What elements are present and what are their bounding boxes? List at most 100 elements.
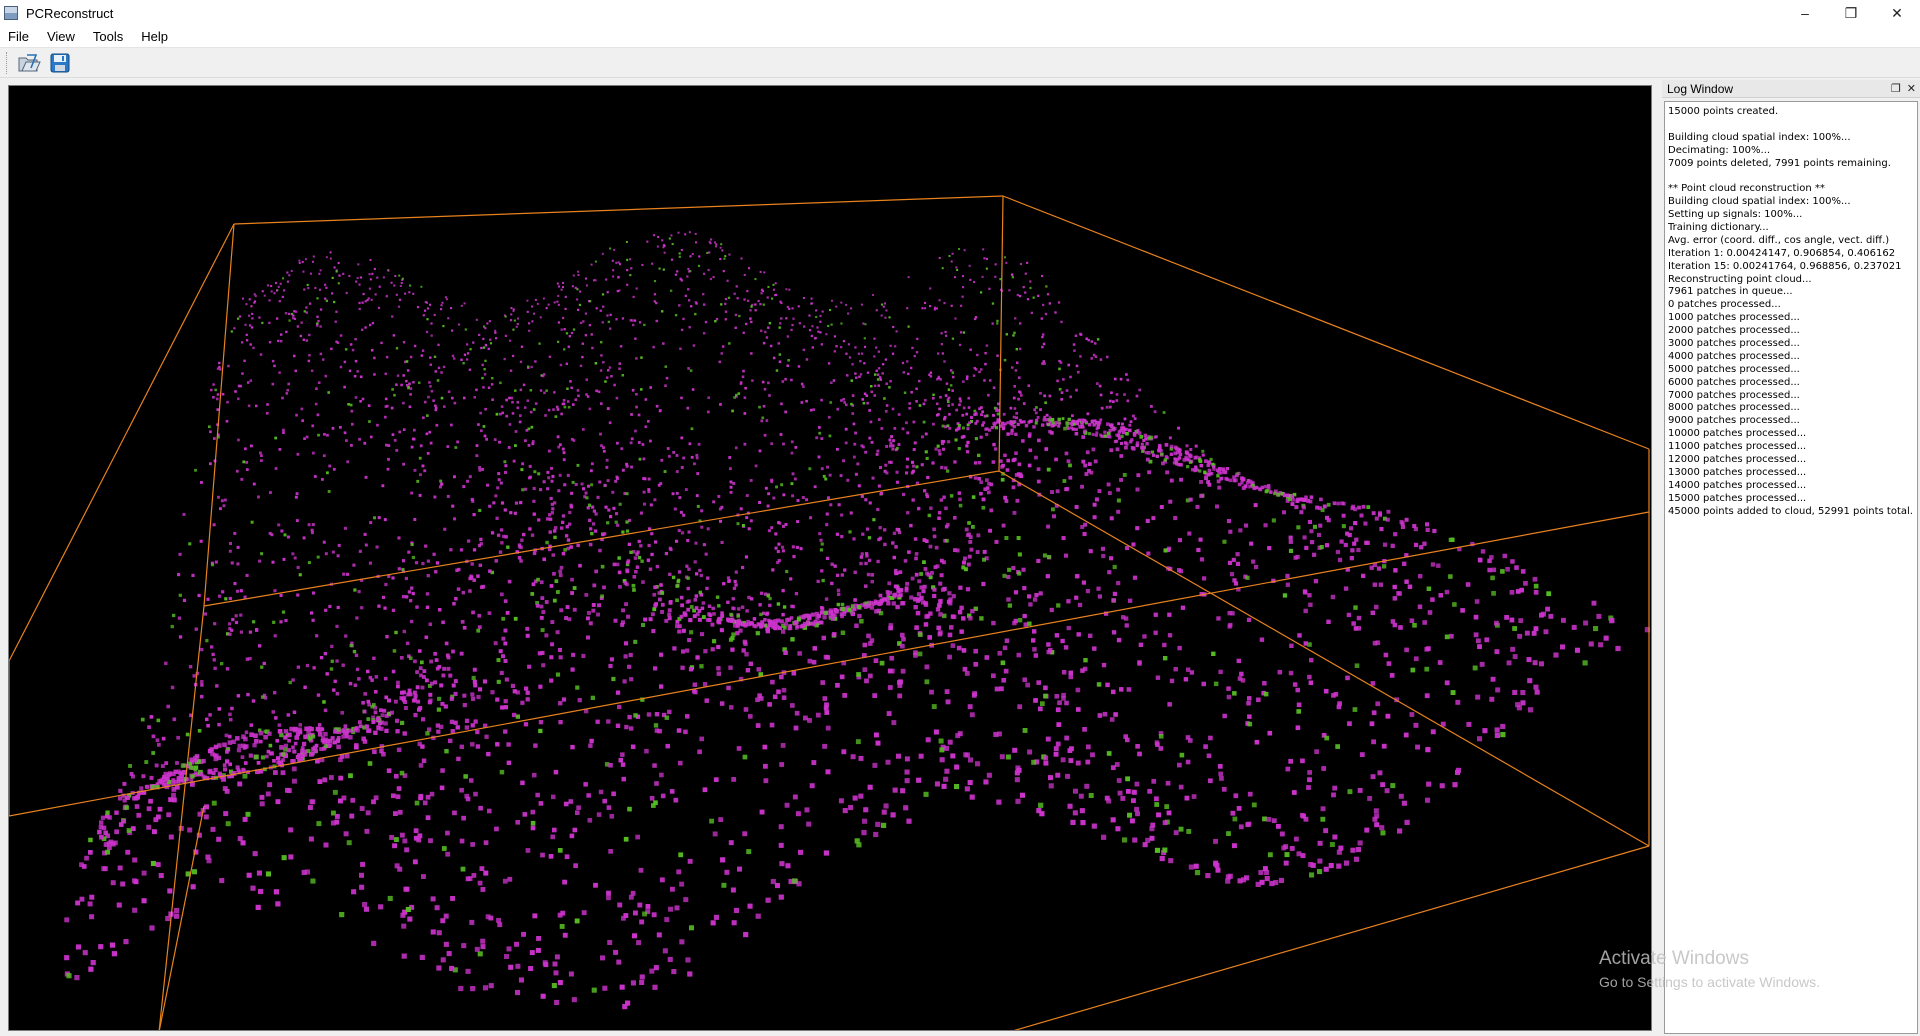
reconstructed-point [984, 352, 987, 355]
reconstructed-point [914, 552, 919, 556]
restore-button[interactable]: ❐ [1828, 0, 1874, 26]
reconstructed-point [325, 256, 328, 259]
toolbar-grip[interactable] [6, 51, 9, 74]
reconstructed-point [1534, 689, 1540, 695]
reconstructed-point [979, 435, 983, 439]
reconstructed-point [825, 512, 829, 516]
reconstructed-point [260, 459, 263, 462]
reconstructed-point [567, 617, 572, 622]
reconstructed-point [219, 368, 222, 371]
reconstructed-point [194, 627, 198, 631]
reconstructed-point [518, 977, 524, 983]
original-point [625, 241, 628, 243]
reconstructed-point [542, 557, 546, 562]
reconstructed-point [273, 589, 277, 593]
reconstructed-point [811, 760, 817, 765]
original-point [888, 316, 891, 319]
reconstructed-point [1343, 542, 1348, 548]
reconstructed-point [462, 693, 467, 698]
reconstructed-point [702, 787, 708, 793]
reconstructed-point [688, 231, 691, 234]
reconstructed-point [1084, 783, 1090, 789]
reconstructed-point [1068, 758, 1074, 763]
reconstructed-point [696, 472, 700, 475]
reconstructed-point [561, 514, 566, 518]
reconstructed-point [503, 628, 508, 633]
menu-view[interactable]: View [47, 29, 75, 44]
point-cloud-viewport[interactable] [8, 85, 1652, 1031]
reconstructed-point [864, 678, 869, 684]
reconstructed-point [536, 936, 541, 941]
reconstructed-point [237, 836, 243, 842]
reconstructed-point [213, 622, 217, 626]
original-point [1222, 539, 1227, 544]
open-button[interactable] [15, 50, 43, 76]
original-point [895, 446, 899, 450]
reconstructed-point [509, 369, 513, 372]
reconstructed-point [962, 435, 966, 439]
reconstructed-point [570, 491, 574, 495]
reconstructed-point [1222, 713, 1227, 719]
reconstructed-point [453, 475, 456, 479]
reconstructed-point [720, 857, 726, 863]
reconstructed-point [225, 750, 229, 754]
reconstructed-point [1153, 410, 1157, 414]
reconstructed-point [716, 644, 721, 650]
reconstructed-point [618, 367, 621, 370]
reconstructed-point [354, 396, 358, 399]
original-point [197, 729, 202, 733]
reconstructed-point [530, 825, 536, 831]
reconstructed-point [278, 371, 281, 374]
reconstructed-point [1308, 602, 1313, 607]
reconstructed-point [407, 590, 412, 594]
reconstructed-point [1374, 604, 1379, 610]
reconstructed-point [957, 731, 963, 737]
minimize-button[interactable]: – [1782, 0, 1828, 26]
reconstructed-point [305, 339, 308, 342]
menu-file[interactable]: File [8, 29, 29, 44]
reconstructed-point [386, 404, 389, 408]
menu-help[interactable]: Help [141, 29, 168, 44]
reconstructed-point [374, 293, 377, 296]
reconstructed-point [487, 386, 491, 389]
original-point [714, 320, 717, 323]
close-button[interactable]: ✕ [1874, 0, 1920, 26]
save-button[interactable] [46, 50, 74, 76]
reconstructed-point [523, 722, 529, 727]
reconstructed-point [639, 544, 643, 548]
reconstructed-point [557, 294, 560, 297]
reconstructed-point [1201, 681, 1206, 687]
reconstructed-point [1112, 400, 1115, 403]
reconstructed-point [170, 780, 176, 786]
original-point [662, 268, 665, 271]
reconstructed-point [367, 404, 371, 407]
reconstructed-point [248, 324, 252, 327]
reconstructed-point [976, 353, 979, 357]
reconstructed-point [984, 362, 987, 366]
reconstructed-point [596, 612, 600, 617]
reconstructed-point [429, 791, 435, 797]
reconstructed-point [1067, 748, 1073, 753]
original-point [282, 277, 285, 280]
reconstructed-point [373, 730, 378, 735]
reconstructed-point [1017, 462, 1022, 467]
reconstructed-point [1295, 725, 1301, 730]
reconstructed-point [570, 577, 574, 582]
reconstructed-point [806, 613, 812, 618]
reconstructed-point [329, 775, 334, 780]
reconstructed-point [1154, 740, 1160, 745]
reconstructed-point [896, 753, 901, 759]
reconstructed-point [950, 753, 956, 759]
reconstructed-point [514, 501, 519, 505]
reconstructed-point [210, 645, 214, 649]
reconstructed-point [1548, 613, 1554, 619]
reconstructed-point [600, 955, 605, 961]
reconstructed-point [566, 400, 570, 403]
reconstructed-point [779, 433, 783, 436]
reconstructed-point [460, 304, 463, 307]
reconstructed-point [611, 791, 616, 797]
menu-tools[interactable]: Tools [93, 29, 123, 44]
reconstructed-point [1110, 765, 1116, 770]
reconstructed-point [764, 330, 767, 334]
reconstructed-point [1012, 396, 1016, 400]
